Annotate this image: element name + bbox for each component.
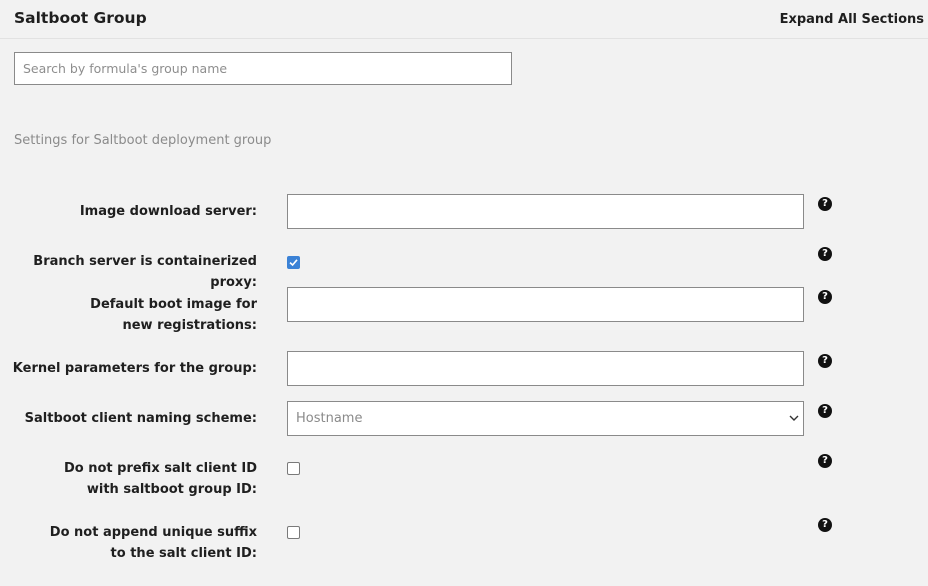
- kernel-parameters-input[interactable]: [287, 351, 804, 386]
- chevron-down-icon: [789, 415, 799, 421]
- containerized-proxy-checkbox[interactable]: [287, 256, 300, 269]
- question-circle-icon[interactable]: ?: [818, 518, 832, 532]
- section-header: Saltboot Group Expand All Sections: [0, 0, 928, 39]
- question-circle-icon[interactable]: ?: [818, 454, 832, 468]
- default-boot-image-input[interactable]: [287, 287, 804, 322]
- question-circle-icon[interactable]: ?: [818, 290, 832, 304]
- page-title: Saltboot Group: [14, 9, 147, 27]
- no-prefix-label: Do not prefix salt client ID with saltbo…: [63, 461, 257, 497]
- question-circle-icon[interactable]: ?: [818, 247, 832, 261]
- kernel-parameters-label: Kernel parameters for the group:: [12, 361, 257, 376]
- naming-scheme-selected-value: Hostname: [296, 411, 363, 426]
- section-description: Settings for Saltboot deployment group: [14, 133, 272, 148]
- image-download-server-input[interactable]: [287, 194, 804, 229]
- search-input[interactable]: [14, 52, 512, 85]
- image-download-server-label: Image download server:: [79, 204, 257, 219]
- containerized-proxy-label: Branch server is containerized proxy:: [33, 254, 257, 290]
- default-boot-image-label: Default boot image for new registrations…: [90, 297, 257, 333]
- question-circle-icon[interactable]: ?: [818, 404, 832, 418]
- checkmark-icon: [289, 259, 298, 267]
- naming-scheme-select[interactable]: Hostname: [287, 401, 804, 436]
- no-suffix-label: Do not append unique suffix to the salt …: [49, 525, 257, 561]
- naming-scheme-label: Saltboot client naming scheme:: [24, 411, 257, 426]
- no-suffix-checkbox[interactable]: [287, 526, 300, 539]
- question-circle-icon[interactable]: ?: [818, 354, 832, 368]
- expand-all-sections-link[interactable]: Expand All Sections: [780, 12, 924, 27]
- question-circle-icon[interactable]: ?: [818, 197, 832, 211]
- no-prefix-checkbox[interactable]: [287, 462, 300, 475]
